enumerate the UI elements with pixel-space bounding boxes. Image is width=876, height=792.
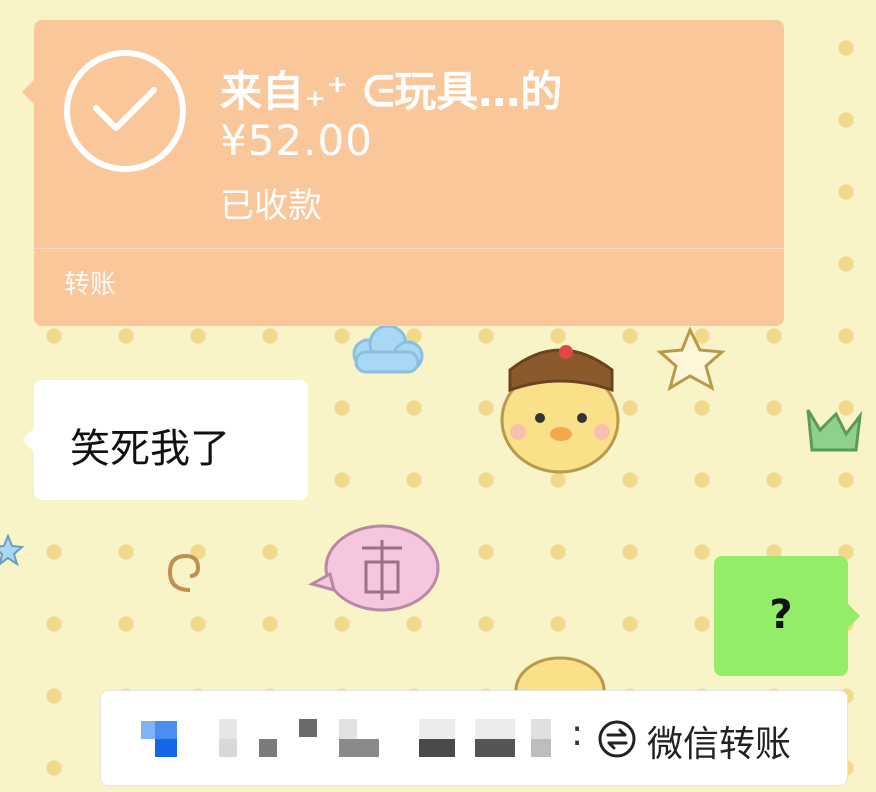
crown-decoration — [806, 409, 863, 452]
quoted-message-bar[interactable]: : 微信转账 — [100, 690, 848, 786]
pudding-chick-decoration — [500, 345, 620, 474]
moe-bubble-decoration — [308, 524, 440, 612]
star-decoration — [656, 326, 726, 392]
transfer-type-label: 转账 — [64, 270, 117, 300]
small-star-decoration — [0, 533, 25, 567]
outgoing-message-bubble[interactable]: ? — [714, 556, 860, 676]
message-text: ? — [769, 592, 793, 638]
transfer-amount: ¥52.00 — [220, 116, 373, 165]
received-check-icon — [64, 50, 186, 172]
transfer-card[interactable]: 来自₊⁺ ᕮ玩具…的 ¥52.00 已收款 转账 — [22, 20, 784, 326]
quote-text: 微信转账 — [647, 724, 792, 765]
transfer-arrows-icon — [598, 720, 636, 758]
transfer-sender: 来自₊⁺ ᕮ玩具…的 — [220, 67, 563, 116]
quote-colon: : — [571, 713, 584, 754]
cloud-decoration — [352, 324, 424, 374]
incoming-message-bubble[interactable]: 笑死我了 — [22, 380, 308, 500]
transfer-status: 已收款 — [220, 186, 322, 226]
transfer-divider — [34, 248, 784, 249]
pixelated-sender-name — [141, 719, 571, 759]
swirl-decoration — [167, 553, 201, 592]
message-text: 笑死我了 — [70, 426, 230, 472]
